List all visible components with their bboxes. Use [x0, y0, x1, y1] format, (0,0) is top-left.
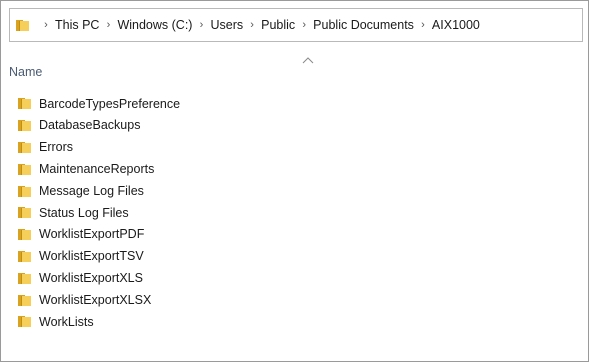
folder-icon [18, 207, 31, 219]
list-item-label: WorkLists [39, 314, 94, 329]
chevron-right-icon[interactable]: › [414, 19, 432, 31]
breadcrumb-users[interactable]: Users [210, 19, 243, 32]
list-item[interactable]: BarcodeTypesPreference [1, 93, 588, 115]
folder-icon [18, 294, 31, 306]
list-item-label: WorklistExportPDF [39, 227, 145, 242]
list-item[interactable]: WorklistExportTSV [1, 246, 588, 268]
list-item[interactable]: Errors [1, 137, 588, 159]
list-item[interactable]: MaintenanceReports [1, 158, 588, 180]
breadcrumb-public[interactable]: Public [261, 19, 295, 32]
folder-icon [18, 185, 31, 197]
breadcrumb-public-documents[interactable]: Public Documents [313, 19, 414, 32]
breadcrumb-aix1000[interactable]: AIX1000 [432, 19, 480, 32]
sort-ascending-icon [302, 57, 314, 64]
list-item[interactable]: WorkLists [1, 311, 588, 333]
breadcrumb-this-pc[interactable]: This PC [55, 19, 99, 32]
folder-icon [18, 98, 31, 110]
file-list: BarcodeTypesPreference DatabaseBackups E… [1, 93, 588, 333]
list-item[interactable]: Message Log Files [1, 180, 588, 202]
list-item-label: DatabaseBackups [39, 118, 141, 133]
list-item[interactable]: WorklistExportXLSX [1, 289, 588, 311]
column-header-name[interactable]: Name [9, 53, 314, 83]
folder-icon [18, 272, 31, 284]
folder-icon [18, 141, 31, 153]
explorer-window: › This PC › Windows (C:) › Users › Publi… [0, 0, 589, 362]
list-item-label: BarcodeTypesPreference [39, 96, 181, 111]
address-bar[interactable]: › This PC › Windows (C:) › Users › Publi… [9, 8, 583, 42]
breadcrumb-windows-c[interactable]: Windows (C:) [117, 19, 192, 32]
list-item-label: WorklistExportTSV [39, 249, 144, 264]
list-item-label: WorklistExportXLS [39, 271, 143, 286]
chevron-right-icon[interactable]: › [99, 19, 117, 31]
folder-icon [18, 163, 31, 175]
folder-icon [18, 229, 31, 241]
column-header-label: Name [9, 65, 43, 79]
list-item-label: Errors [39, 140, 74, 155]
folder-icon [18, 250, 31, 262]
folder-icon [18, 120, 31, 132]
list-item-label: Message Log Files [39, 183, 144, 198]
chevron-right-icon[interactable]: › [295, 19, 313, 31]
chevron-right-icon[interactable]: › [37, 19, 55, 31]
list-item-label: MaintenanceReports [39, 162, 155, 177]
chevron-right-icon[interactable]: › [243, 19, 261, 31]
list-item[interactable]: WorklistExportPDF [1, 224, 588, 246]
list-item-label: WorklistExportXLSX [39, 292, 152, 307]
list-item[interactable]: WorklistExportXLS [1, 267, 588, 289]
list-item[interactable]: Status Log Files [1, 202, 588, 224]
folder-icon [16, 19, 29, 31]
list-item[interactable]: DatabaseBackups [1, 115, 588, 137]
chevron-right-icon[interactable]: › [192, 19, 210, 31]
folder-icon [18, 316, 31, 328]
list-item-label: Status Log Files [39, 205, 129, 220]
